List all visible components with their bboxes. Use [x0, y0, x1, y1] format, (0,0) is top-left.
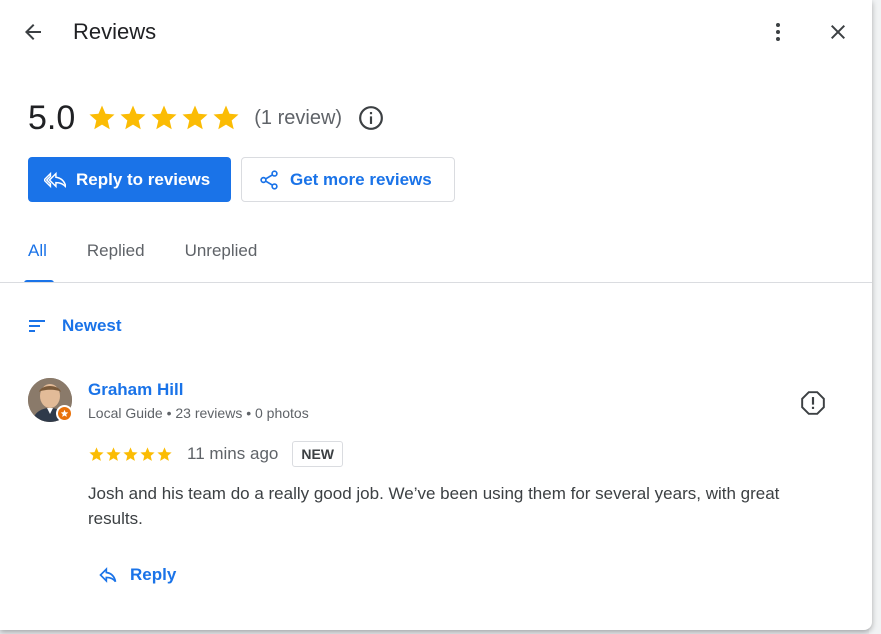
sort-button[interactable]: Newest: [28, 313, 122, 339]
arrow-back-icon: [25, 24, 41, 40]
tab-unreplied-label: Unreplied: [184, 241, 258, 260]
sort-label: Newest: [62, 316, 122, 335]
reply-icon: [99, 567, 117, 583]
star-icon: [123, 446, 138, 461]
report-review-button[interactable]: [795, 385, 831, 421]
review-text: Josh and his team do a really good job. …: [88, 484, 780, 528]
star-icon: [89, 105, 115, 130]
report-icon: [801, 391, 825, 415]
local-guide-badge-icon: [56, 405, 73, 422]
tab-replied[interactable]: Replied: [87, 228, 145, 283]
star-icon: [89, 446, 104, 461]
reply-button[interactable]: Reply: [98, 562, 176, 588]
star-icon: [213, 105, 239, 130]
info-button[interactable]: [358, 105, 384, 131]
tab-all[interactable]: All: [8, 228, 54, 283]
rating-stars: [87, 103, 242, 133]
reviews-dialog: Reviews 5.0 (1 review) Reply to reviews …: [0, 0, 872, 630]
back-button[interactable]: [15, 14, 51, 50]
star-icon: [140, 446, 155, 461]
reviewer-avatar[interactable]: [28, 378, 74, 424]
tab-replied-label: Replied: [86, 241, 145, 260]
sort-icon: [29, 320, 45, 332]
reply-to-reviews-label: Reply to reviews: [76, 169, 211, 189]
new-badge: NEW: [292, 441, 344, 467]
review-rating-row: 11 mins ago NEW: [88, 440, 344, 468]
star-icon: [157, 446, 172, 461]
tab-unreplied[interactable]: Unreplied: [185, 228, 258, 283]
review-time: 11 mins ago: [187, 444, 279, 463]
reply-all-icon: [44, 171, 66, 188]
tabs-divider: [0, 282, 872, 283]
reviewer-meta: Local Guide • 23 reviews • 0 photos: [88, 405, 309, 421]
close-button[interactable]: [820, 14, 856, 50]
review-tabs: All Replied Unreplied: [24, 228, 297, 283]
star-icon: [120, 105, 146, 130]
reviewer-name[interactable]: Graham Hill: [88, 380, 183, 400]
review-count: (1 review): [254, 106, 343, 129]
close-icon: [831, 25, 845, 39]
reply-label: Reply: [130, 565, 177, 584]
more-options-button[interactable]: [760, 14, 796, 50]
more-vert-icon: [776, 23, 780, 41]
dialog-header: Reviews: [0, 0, 872, 64]
rating-summary: 5.0 (1 review): [28, 96, 384, 140]
info-icon: [359, 106, 383, 130]
star-icon: [151, 105, 177, 130]
get-more-reviews-label: Get more reviews: [290, 169, 432, 189]
get-more-reviews-button[interactable]: Get more reviews: [241, 157, 455, 202]
share-icon: [260, 169, 278, 190]
reply-to-reviews-button[interactable]: Reply to reviews: [28, 157, 231, 202]
review-stars: [88, 446, 173, 463]
tab-all-label: All: [28, 241, 47, 260]
dialog-title: Reviews: [73, 19, 157, 44]
star-icon: [106, 446, 121, 461]
star-icon: [182, 105, 208, 130]
average-rating: 5.0: [28, 98, 76, 137]
